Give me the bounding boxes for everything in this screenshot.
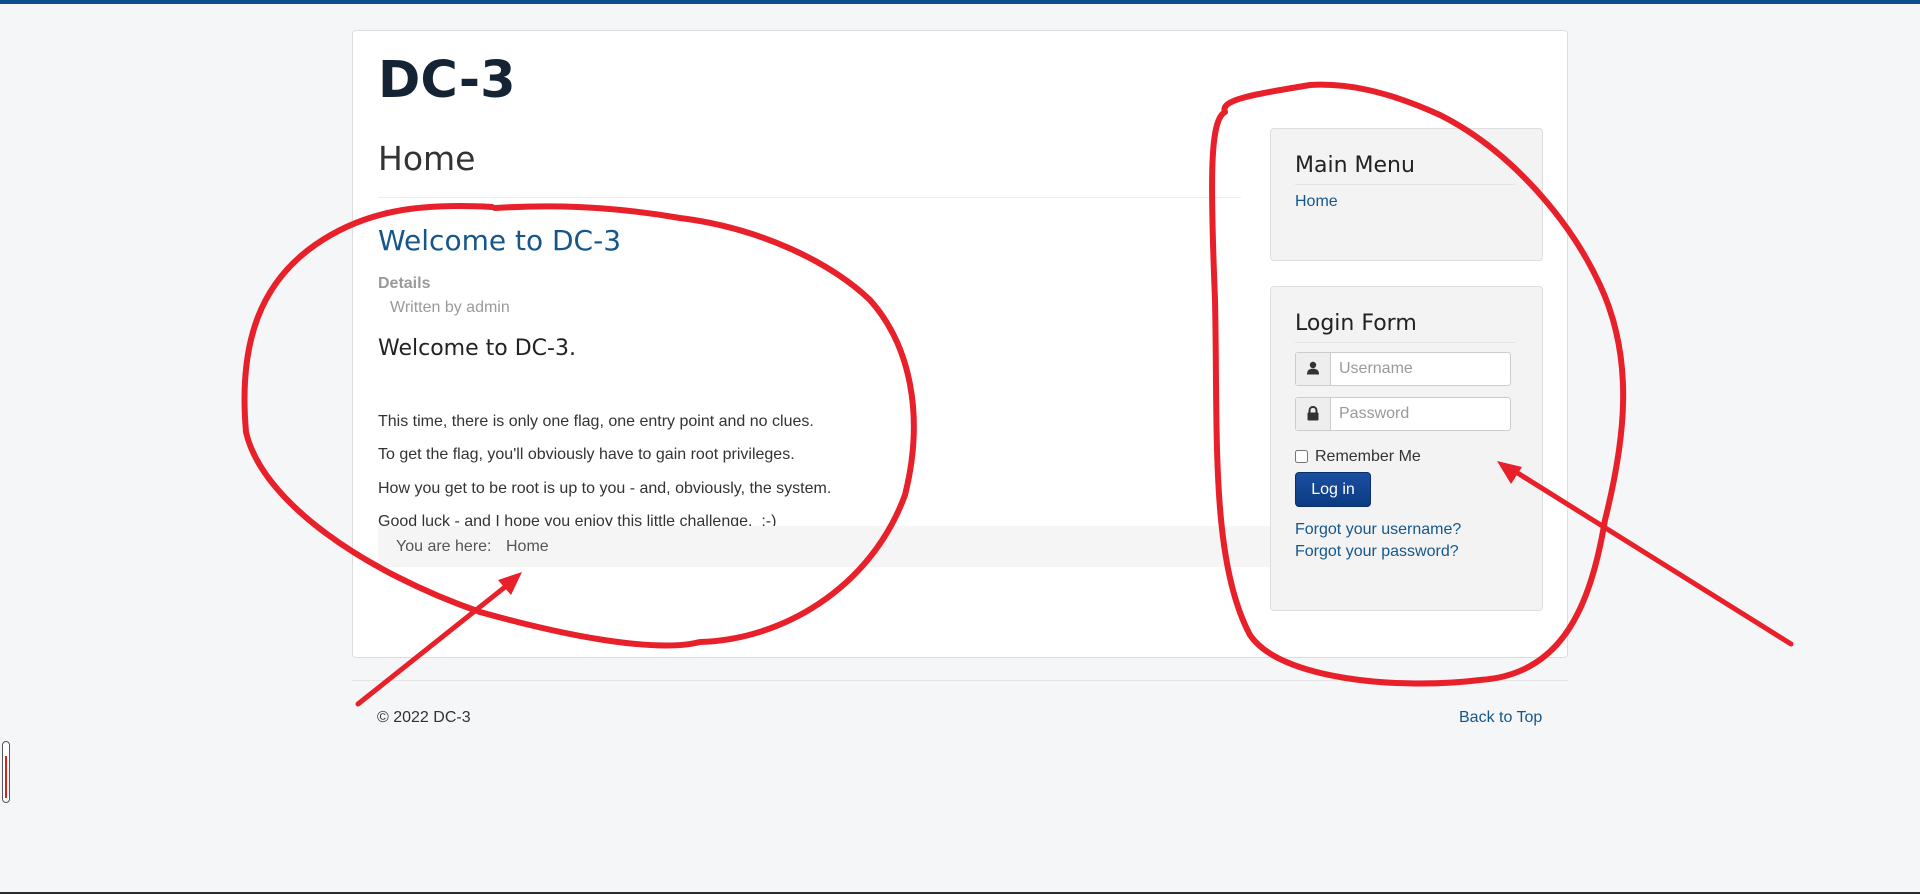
article-subtitle: Welcome to DC-3. <box>378 336 576 361</box>
user-icon <box>1296 353 1331 385</box>
footer-copyright: © 2022 DC-3 <box>377 709 471 726</box>
main-menu-item-home[interactable]: Home <box>1295 193 1338 211</box>
article-paragraph: How you get to be root is up to you - an… <box>378 480 832 497</box>
password-input[interactable] <box>1331 398 1509 430</box>
breadcrumb: You are here: Home <box>378 526 1303 567</box>
module-divider <box>1295 184 1515 185</box>
login-form-module: Login Form Remember Me <box>1270 286 1543 611</box>
lock-icon <box>1296 398 1331 430</box>
scroll-indicator-fill <box>5 756 7 798</box>
remember-me-checkbox[interactable] <box>1295 450 1308 463</box>
forgot-username-link[interactable]: Forgot your username? <box>1295 521 1461 539</box>
username-input[interactable] <box>1331 353 1509 385</box>
article-title-link[interactable]: Welcome to DC-3 <box>378 227 621 255</box>
username-group <box>1295 352 1511 386</box>
article-paragraph: This time, there is only one flag, one e… <box>378 413 814 430</box>
password-group <box>1295 397 1511 431</box>
article-paragraph: To get the flag, you'll obviously have t… <box>378 446 795 463</box>
scroll-indicator[interactable] <box>2 741 10 803</box>
article-author: Written by admin <box>390 299 510 316</box>
top-accent-bar <box>0 0 1920 4</box>
footer-divider <box>352 680 1568 681</box>
page-heading: Home <box>378 139 476 178</box>
remember-me-label[interactable]: Remember Me <box>1315 448 1421 466</box>
article-details-label: Details <box>378 275 431 292</box>
breadcrumb-prefix: You are here: <box>396 538 492 555</box>
page-container: DC-3 Home Welcome to DC-3 Details Writte… <box>352 30 1568 658</box>
module-divider <box>1295 342 1515 343</box>
heading-divider <box>378 197 1241 198</box>
forgot-password-link[interactable]: Forgot your password? <box>1295 543 1459 561</box>
site-title[interactable]: DC-3 <box>378 55 516 106</box>
main-menu-title: Main Menu <box>1295 153 1415 178</box>
breadcrumb-current[interactable]: Home <box>506 538 549 556</box>
main-menu-module: Main Menu Home <box>1270 128 1543 261</box>
login-button[interactable]: Log in <box>1295 472 1371 507</box>
login-form-title: Login Form <box>1295 311 1417 336</box>
back-to-top-link[interactable]: Back to Top <box>1459 709 1542 727</box>
